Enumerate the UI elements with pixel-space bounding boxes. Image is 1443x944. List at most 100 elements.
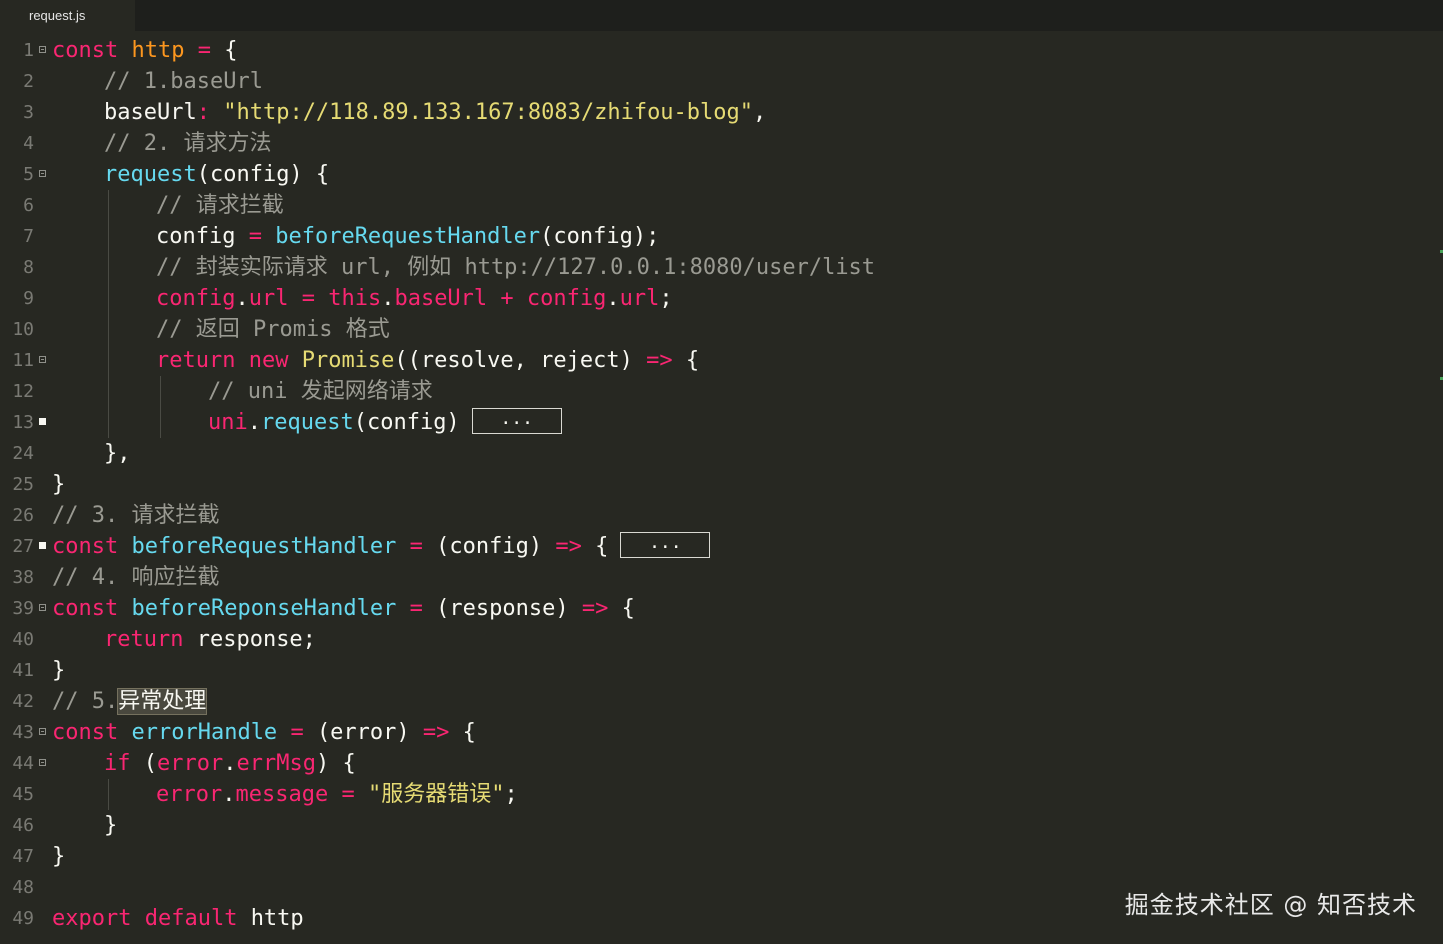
- code-editor[interactable]: 1 const http = {2// 1.baseUrl 3 baseUrl: "h…: [0, 35, 1443, 944]
- code-text: // 4. 响应拦截: [52, 562, 219, 593]
- line-number: 45: [12, 784, 34, 805]
- code-text: export default http: [52, 903, 304, 934]
- code-token: message: [235, 782, 342, 807]
- code-token: errMsg: [236, 751, 316, 776]
- code-token: =>: [422, 720, 463, 745]
- code-line[interactable]: 11 return new Promise((resolve, reject) =…: [0, 345, 1443, 376]
- fold-collapse-icon[interactable]: [39, 728, 46, 735]
- code-token: ,: [753, 100, 767, 125]
- code-line[interactable]: 38 // 4. 响应拦截: [0, 562, 1443, 593]
- code-line[interactable]: 47}: [0, 841, 1443, 872]
- code-line[interactable]: 40 return response;: [0, 624, 1443, 655]
- code-token: {: [685, 348, 700, 373]
- code-token: ) {: [315, 751, 356, 776]
- code-token: this: [328, 286, 382, 311]
- code-text: }: [52, 469, 65, 500]
- code-line[interactable]: 12 // uni 发起网络请求: [0, 376, 1443, 407]
- line-number: 8: [23, 257, 34, 278]
- tab-bar: request.js: [0, 0, 1443, 31]
- code-text: // 请求拦截: [156, 190, 284, 221]
- code-line[interactable]: 9 config.url = this.baseUrl + config.url;: [0, 283, 1443, 314]
- code-token: // 4. 响应拦截: [52, 565, 220, 590]
- code-token: error: [157, 751, 224, 776]
- fold-collapse-icon[interactable]: [39, 759, 46, 766]
- code-line[interactable]: 24},: [0, 438, 1443, 469]
- code-token: export: [52, 906, 145, 931]
- collapsed-code-marker[interactable]: ...: [620, 532, 711, 558]
- line-number: 48: [12, 877, 34, 898]
- code-token: // 返回 Promis 格式: [156, 317, 390, 342]
- code-token: if: [104, 751, 144, 776]
- code-line[interactable]: 3 baseUrl: "http://118.89.133.167:8083/zh…: [0, 97, 1443, 128]
- fold-collapse-icon[interactable]: [39, 604, 46, 611]
- code-token: (config): [353, 410, 460, 435]
- indent-guide: [160, 376, 161, 407]
- fold-collapse-icon[interactable]: [39, 170, 46, 177]
- code-token: {: [621, 596, 635, 621]
- code-line[interactable]: 4 // 2. 请求方法: [0, 128, 1443, 159]
- line-number: 9: [23, 288, 34, 309]
- code-line[interactable]: 43 const errorHandle = (error) => {: [0, 717, 1443, 748]
- fold-collapse-icon[interactable]: [39, 46, 46, 53]
- fold-expand-icon[interactable]: [39, 418, 46, 425]
- code-line[interactable]: 41}: [0, 655, 1443, 686]
- indent-guide: [160, 407, 161, 438]
- code-line[interactable]: 10 // 返回 Promis 格式: [0, 314, 1443, 345]
- code-token: beforeRequestHandler: [275, 224, 541, 249]
- code-token: .: [222, 782, 236, 807]
- code-line[interactable]: 46}: [0, 810, 1443, 841]
- code-line[interactable]: 2 // 1.baseUrl: [0, 66, 1443, 97]
- code-line[interactable]: 6 // 请求拦截: [0, 190, 1443, 221]
- code-token: // uni 发起网络请求: [208, 379, 433, 404]
- code-text: const beforeReponseHandler = (response) …: [52, 593, 635, 624]
- code-line[interactable]: 42 // 5.异常处理: [0, 686, 1443, 717]
- code-token: .: [223, 751, 237, 776]
- code-text: }: [52, 655, 65, 686]
- code-line[interactable]: 27 const beforeRequestHandler = (config) …: [0, 531, 1443, 562]
- code-token: =: [197, 38, 225, 63]
- code-line[interactable]: 8 // 封装实际请求 url, 例如 http://127.0.0.1:8080…: [0, 252, 1443, 283]
- code-line[interactable]: 26 // 3. 请求拦截: [0, 500, 1443, 531]
- code-token: =: [290, 720, 317, 745]
- code-token: return: [104, 627, 197, 652]
- code-token: request: [261, 410, 354, 435]
- code-text: // 封装实际请求 url, 例如 http://127.0.0.1:8080/…: [156, 252, 875, 283]
- line-number: 4: [23, 133, 34, 154]
- code-token: =: [301, 286, 329, 311]
- line-number: 6: [23, 195, 34, 216]
- code-line[interactable]: 5 request(config) {: [0, 159, 1443, 190]
- indent-guide: [108, 190, 109, 221]
- code-token: const: [52, 534, 132, 559]
- tab-request-js[interactable]: request.js: [0, 0, 135, 31]
- code-text: // 5.异常处理: [52, 686, 208, 717]
- fold-collapse-icon[interactable]: [39, 356, 46, 363]
- code-line[interactable]: 7 config = beforeRequestHandler(config);: [0, 221, 1443, 252]
- code-text: // 2. 请求方法: [104, 128, 271, 159]
- code-text: baseUrl: "http://118.89.133.167:8083/zhi…: [104, 97, 766, 128]
- line-number: 7: [23, 226, 34, 247]
- selected-text: 异常处理: [117, 688, 208, 715]
- code-line[interactable]: 13 uni.request(config)...: [0, 407, 1443, 438]
- code-token: ;: [659, 286, 673, 311]
- fold-expand-icon[interactable]: [39, 542, 46, 549]
- code-token: return: [156, 348, 249, 373]
- code-text: // 3. 请求拦截: [52, 500, 219, 531]
- code-text: // uni 发起网络请求: [208, 376, 433, 407]
- code-line[interactable]: 45 error.message = "服务器错误";: [0, 779, 1443, 810]
- code-token: =: [409, 596, 437, 621]
- line-number: 49: [12, 908, 34, 929]
- code-line[interactable]: 44 if (error.errMsg) {: [0, 748, 1443, 779]
- code-token: default: [144, 906, 251, 931]
- code-text: // 返回 Promis 格式: [156, 314, 390, 345]
- line-number: 44: [12, 753, 34, 774]
- collapsed-code-marker[interactable]: ...: [471, 408, 562, 434]
- code-token: const: [52, 720, 132, 745]
- code-line[interactable]: 1 const http = {: [0, 35, 1443, 66]
- code-token: =: [248, 224, 276, 249]
- line-number: 24: [12, 443, 34, 464]
- code-token: =>: [555, 534, 596, 559]
- code-line[interactable]: 25}: [0, 469, 1443, 500]
- code-text: config = beforeRequestHandler(config);: [156, 221, 659, 252]
- code-line[interactable]: 39 const beforeReponseHandler = (response…: [0, 593, 1443, 624]
- code-token: }: [52, 844, 66, 869]
